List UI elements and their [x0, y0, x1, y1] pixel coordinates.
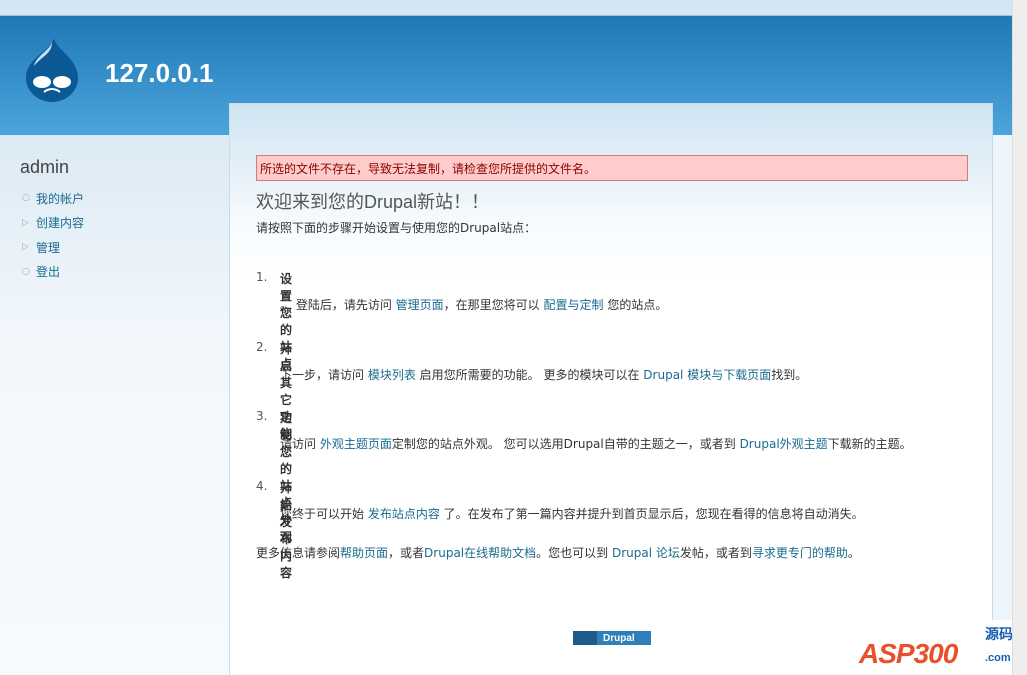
powered-by-drupal-badge[interactable]: Drupal: [573, 631, 651, 645]
triangle-bullet-icon: ▷: [22, 242, 29, 253]
menu-link[interactable]: 管理: [36, 239, 60, 256]
site-name[interactable]: 127.0.0.1: [105, 58, 213, 89]
menu-item-create-content[interactable]: ▷ 创建内容: [22, 211, 84, 236]
error-message: 所选的文件不存在，导致无法复制，请检查您所提供的文件名。: [256, 155, 968, 181]
help-text: 更多信息请参阅: [256, 546, 341, 560]
watermark-domain: .com: [985, 652, 1011, 664]
step-text: 请访问: [280, 437, 320, 451]
step-number: 3.: [256, 409, 268, 423]
step-text: 您终于可以开始: [280, 507, 368, 521]
drupal-logo-icon[interactable]: [22, 36, 82, 102]
drupal-drop-icon: [573, 631, 597, 645]
menu-link[interactable]: 我的帐户: [36, 190, 84, 207]
help-link[interactable]: 帮助页面: [340, 546, 388, 560]
watermark-text: ASP300: [859, 638, 958, 669]
step-link[interactable]: Drupal 模块与下载页面: [643, 368, 771, 382]
top-strip: [0, 0, 1012, 16]
help-text: 。: [847, 546, 860, 560]
more-info: 更多信息请参阅帮助页面，或者Drupal在线帮助文档。您也可以到 Drupal …: [256, 544, 860, 561]
step-link[interactable]: 配置与定制: [543, 298, 603, 312]
step-number: 2.: [256, 340, 268, 354]
help-text: ，或者: [388, 546, 425, 560]
help-text: 发帖，或者到: [679, 546, 752, 560]
page-title: 欢迎来到您的Drupal新站！！: [256, 192, 490, 212]
step-description: 请访问 外观主题页面定制您的站点外观。 您可以选用Drupal自带的主题之一，或…: [280, 435, 912, 452]
menu-link[interactable]: 登出: [36, 263, 60, 280]
help-text: 。您也可以到: [536, 546, 612, 560]
step-link[interactable]: 模块列表: [368, 368, 416, 382]
circle-bullet-icon: ○: [22, 193, 30, 204]
step-link[interactable]: 外观主题页面: [320, 437, 392, 451]
circle-bullet-icon: ○: [22, 266, 30, 277]
step-text: 定制您的站点外观。 您可以选用Drupal自带的主题之一，或者到: [391, 437, 740, 451]
step-text: 下载新的主题。: [827, 437, 912, 451]
help-link[interactable]: 寻求更专门的帮助: [752, 546, 848, 560]
step-heading: 开始发布内容: [280, 481, 293, 580]
sidebar: admin ○ 我的帐户 ▷ 创建内容 ▷ 管理 ○ 登出: [0, 135, 229, 675]
step-description: 您终于可以开始 发布站点内容 了。在发布了第一篇内容并提升到首页显示后，您现在看…: [280, 505, 864, 522]
user-block-title: admin: [20, 157, 70, 177]
user-menu: ○ 我的帐户 ▷ 创建内容 ▷ 管理 ○ 登出: [22, 186, 84, 284]
menu-item-logout[interactable]: ○ 登出: [22, 260, 84, 285]
menu-item-admin[interactable]: ▷ 管理: [22, 235, 84, 260]
step-description: 。 登陆后，请先访问 管理页面，在那里您将可以 配置与定制 您的站点。: [280, 296, 667, 313]
step-text: 了。在发布了第一篇内容并提升到首页显示后，您现在看得的信息将自动消失。: [439, 507, 864, 521]
step-text: 启用您所需要的功能。 更多的模块可以在: [415, 368, 644, 382]
step-text: ，在那里您将可以: [443, 298, 544, 312]
step-number: 4.: [256, 479, 268, 493]
step-link[interactable]: 发布站点内容: [368, 507, 440, 521]
step-text: 。 登陆后，请先访问: [280, 298, 396, 312]
help-link[interactable]: Drupal在线帮助文档: [424, 546, 536, 560]
watermark-cn: 源码: [985, 627, 1013, 643]
vertical-scrollbar[interactable]: [1012, 0, 1027, 675]
menu-item-my-account[interactable]: ○ 我的帐户: [22, 186, 84, 211]
step-number: 1.: [256, 270, 268, 284]
watermark-logo: ASP300 源码 .com: [855, 620, 1020, 675]
help-link[interactable]: Drupal 论坛: [612, 546, 680, 560]
step-description: 下一步，请访问 模块列表 启用您所需要的功能。 更多的模块可以在 Drupal …: [280, 366, 807, 383]
step-text: 下一步，请访问: [280, 368, 368, 382]
menu-link[interactable]: 创建内容: [36, 214, 84, 231]
step-link[interactable]: Drupal外观主题: [740, 437, 828, 451]
intro-text: 请按照下面的步骤开始设置与使用您的Drupal站点：: [256, 221, 537, 235]
step-text: 找到。: [771, 368, 808, 382]
badge-label: Drupal: [603, 632, 635, 644]
triangle-bullet-icon: ▷: [22, 217, 29, 228]
step-text: 您的站点。: [603, 298, 668, 312]
step-link[interactable]: 管理页面: [396, 298, 444, 312]
main-content: 所选的文件不存在，导致无法复制，请检查您所提供的文件名。 欢迎来到您的Drupa…: [229, 103, 993, 675]
